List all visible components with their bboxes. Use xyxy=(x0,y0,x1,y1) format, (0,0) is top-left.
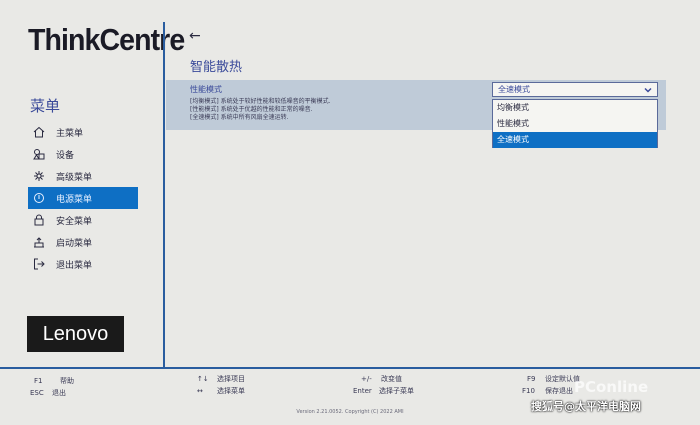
footer-label: 选择项目 xyxy=(217,375,245,383)
dropdown-option-performance[interactable]: 性能模式 xyxy=(493,116,657,132)
sidebar-item-startup[interactable]: 启动菜单 xyxy=(28,231,138,253)
footer-hint-change-value: +/- 改变值 xyxy=(361,374,402,384)
chevron-down-icon xyxy=(643,85,653,95)
sidebar-item-label: 高级菜单 xyxy=(56,172,93,183)
power-icon xyxy=(32,191,46,205)
footer-key: Enter xyxy=(353,387,372,395)
footer-key: +/- xyxy=(361,375,372,383)
advanced-icon xyxy=(32,169,46,183)
back-arrow-icon[interactable]: ← xyxy=(189,28,201,44)
sidebar-item-advanced[interactable]: 高级菜单 xyxy=(28,165,138,187)
sidebar-item-devices[interactable]: 设备 xyxy=(28,143,138,165)
dropdown-option-balanced[interactable]: 均衡模式 xyxy=(493,100,657,116)
sidebar-item-label: 电源菜单 xyxy=(56,194,93,205)
sidebar-item-power[interactable]: 电源菜单 xyxy=(28,187,138,209)
menu-title: 菜单 xyxy=(30,97,61,115)
brand-logo: ThinkCentre xyxy=(28,22,185,57)
footer-key: ESC xyxy=(30,389,44,397)
lenovo-logo: Lenovo xyxy=(27,316,124,352)
sidebar-item-label: 启动菜单 xyxy=(56,238,93,249)
performance-mode-select[interactable]: 全速模式 xyxy=(492,82,658,97)
setting-desc-line: [均衡模式] 系统处于较好性能和较低噪音的平衡模式. xyxy=(190,98,331,105)
home-icon xyxy=(32,125,46,139)
setting-desc-line: [全速模式] 系统中所有风扇全速运转. xyxy=(190,114,289,121)
footer-label: 选择菜单 xyxy=(217,387,245,395)
setting-label: 性能模式 xyxy=(190,85,222,94)
footer-hint-save-exit: F10 保存退出 xyxy=(522,386,573,396)
footer-label: 保存退出 xyxy=(545,387,573,395)
watermark-faint: PConline xyxy=(574,378,649,396)
footer-divider xyxy=(0,367,700,369)
sidebar-item-label: 主菜单 xyxy=(56,128,84,139)
up-down-arrows-icon: ↑↓ xyxy=(197,375,209,383)
footer-label: 选择子菜单 xyxy=(379,387,414,395)
footer-hint-help: F1 帮助 xyxy=(34,376,74,386)
startup-icon xyxy=(32,235,46,249)
footer-hint-exit: ESC 退出 xyxy=(30,388,66,398)
footer-hint-submenu: Enter 选择子菜单 xyxy=(353,386,414,396)
footer-key: F9 xyxy=(527,375,536,383)
footer-label: 退出 xyxy=(52,389,66,397)
devices-icon xyxy=(32,147,46,161)
select-value: 全速模式 xyxy=(498,85,530,94)
setting-desc-line: [性能模式] 系统处于优越的性能和正常的噪音. xyxy=(190,106,313,113)
page-title: 智能散热 xyxy=(190,60,243,75)
sidebar-item-label: 退出菜单 xyxy=(56,260,93,271)
sidebar-menu: 主菜单 设备 高级菜单 电源菜单 安全菜单 启动菜单 退出菜单 xyxy=(28,121,138,275)
sidebar-item-label: 安全菜单 xyxy=(56,216,93,227)
dropdown-option-full-speed[interactable]: 全速模式 xyxy=(493,132,657,148)
performance-mode-dropdown: 均衡模式 性能模式 全速模式 xyxy=(492,99,658,148)
left-right-arrows-icon: ↔ xyxy=(197,387,203,395)
footer-label: 帮助 xyxy=(60,377,74,385)
footer-label: 改变值 xyxy=(381,375,402,383)
sidebar-item-label: 设备 xyxy=(56,150,75,161)
footer-hint-select-item: ↑↓ 选择项目 xyxy=(197,374,245,384)
watermark: 搜狐号@太平洋电脑网 xyxy=(531,400,641,413)
sidebar-item-security[interactable]: 安全菜单 xyxy=(28,209,138,231)
sidebar-item-exit[interactable]: 退出菜单 xyxy=(28,253,138,275)
footer-hint-defaults: F9 设定默认值 xyxy=(527,374,580,384)
footer-hint-select-menu: ↔ 选择菜单 xyxy=(197,386,245,396)
sidebar-divider xyxy=(163,22,165,367)
footer-key: F10 xyxy=(522,387,535,395)
sidebar-item-main[interactable]: 主菜单 xyxy=(28,121,138,143)
lock-icon xyxy=(32,213,46,227)
footer-key: F1 xyxy=(34,377,43,385)
exit-icon xyxy=(32,257,46,271)
setting-description: [均衡模式] 系统处于较好性能和较低噪音的平衡模式. [性能模式] 系统处于优越… xyxy=(190,98,331,122)
